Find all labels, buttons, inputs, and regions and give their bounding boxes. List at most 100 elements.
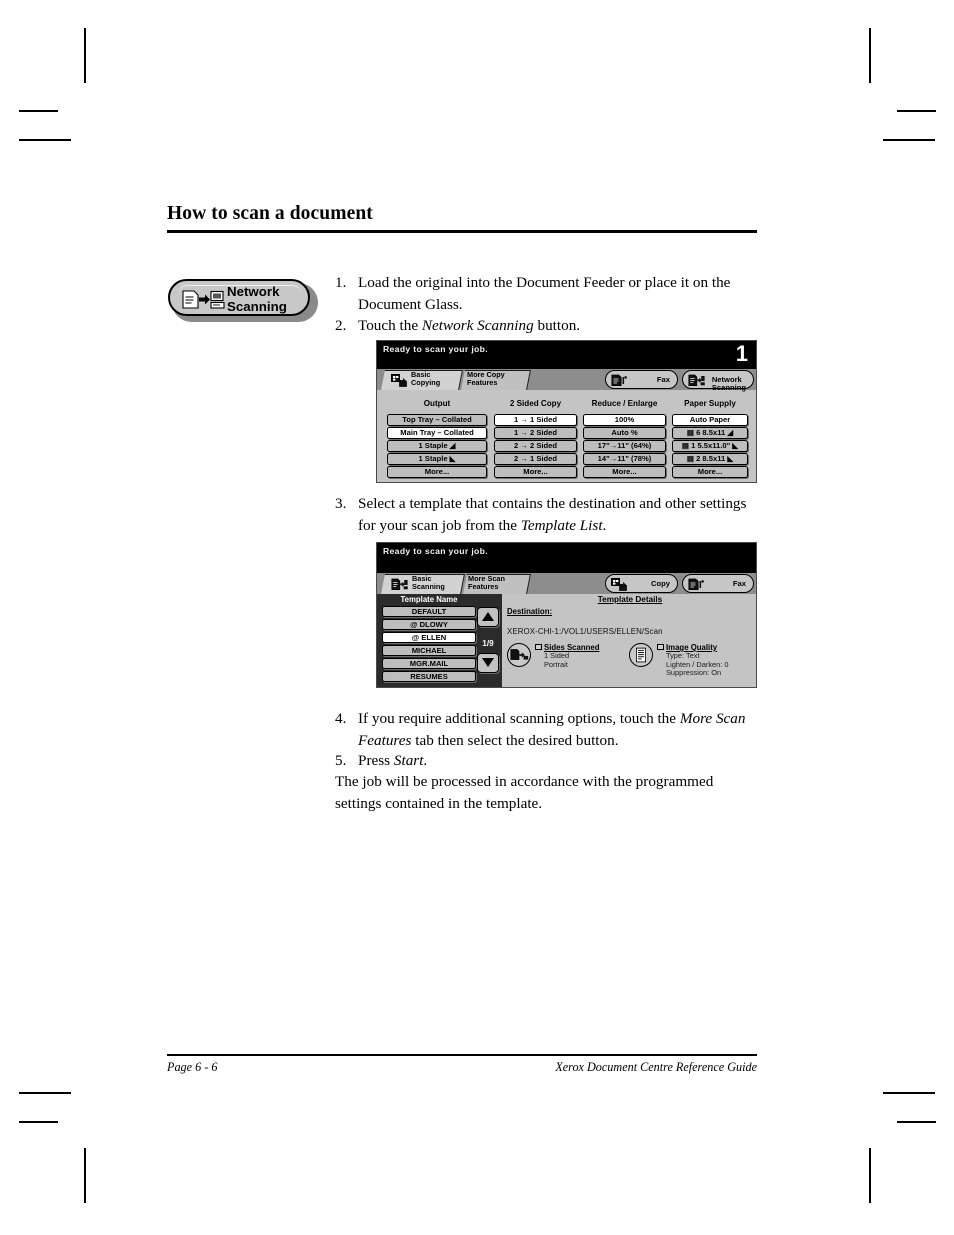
pill-button-copy[interactable]: Copy xyxy=(605,574,678,593)
sides-scanned-values: 1 Sided Portrait xyxy=(544,651,570,669)
pill-button-network-scanning[interactable]: Network Scanning xyxy=(682,370,754,392)
sides-scanned-icon xyxy=(507,643,531,667)
step-4-number: 4. xyxy=(335,710,347,727)
column-heading-reduce-enlarge: Reduce / Enlarge xyxy=(591,399,658,408)
fax-icon xyxy=(611,374,628,387)
column-heading-2-sided-copy: 2 Sided Copy xyxy=(509,399,562,408)
step-5: 5. Press Start. xyxy=(335,750,757,772)
template-item-ellen[interactable]: @ ELLEN xyxy=(382,632,476,644)
panel2-status-message: Ready to scan your job. xyxy=(383,546,488,556)
button-face: Network Scanning xyxy=(168,279,310,316)
pill-button-fax[interactable]: Fax xyxy=(605,370,678,389)
reduce-enlarge-option-64[interactable]: 17"→11" (64%) xyxy=(583,440,666,452)
chevron-up-icon xyxy=(482,612,494,621)
crop-mark-top-right-h2 xyxy=(883,139,935,141)
panel1-status-message: Ready to scan your job. xyxy=(383,344,488,354)
step-2-text: Touch the Network Scanning button. xyxy=(358,315,757,337)
crop-mark-bottom-right-h2 xyxy=(897,1121,936,1123)
footer-divider xyxy=(167,1054,757,1056)
template-list-scroll-up-button[interactable] xyxy=(477,607,499,627)
paper-supply-option-tray-2[interactable]: ▤ 2 8.5x11 ◣ xyxy=(672,453,748,465)
panel2-tab-row: Basic Scanning More Scan Features Copy F… xyxy=(377,573,756,594)
output-option-top-tray-collated[interactable]: Top Tray – Collated xyxy=(387,414,487,426)
template-item-default[interactable]: DEFAULT xyxy=(382,606,476,618)
tab-basic-scanning-label: Basic Scanning xyxy=(412,574,445,592)
paper-supply-option-auto[interactable]: Auto Paper xyxy=(672,414,748,426)
panel1-tab-row: Basic Copying More Copy Features Fax Net… xyxy=(377,369,756,392)
step-3-text: Select a template that contains the dest… xyxy=(358,493,757,536)
panel2-status-bar: Ready to scan your job. xyxy=(377,543,756,573)
output-option-1-staple-a[interactable]: 1 Staple ◢ xyxy=(387,440,487,452)
closing-note: The job will be processed in accordance … xyxy=(335,773,714,812)
template-list-scroll-down-button[interactable] xyxy=(477,653,499,673)
document-to-computer-icon xyxy=(180,288,226,312)
paper-supply-option-more[interactable]: More... xyxy=(672,466,748,478)
touchscreen-panel-basic-scanning[interactable]: Ready to scan your job. Basic Scanning M… xyxy=(376,542,757,688)
step-5-number: 5. xyxy=(335,752,347,769)
reduce-enlarge-option-auto[interactable]: Auto % xyxy=(583,427,666,439)
footer-guide-title: Xerox Document Centre Reference Guide xyxy=(555,1060,757,1074)
page-title: How to scan a document xyxy=(167,203,373,224)
paper-supply-option-tray-6[interactable]: ▤ 6 8.5x11 ◢ xyxy=(672,427,748,439)
pill-button-fax-label: Fax xyxy=(732,578,746,588)
paper-supply-option-tray-1[interactable]: ▤ 1 5.5x11.0" ◣ xyxy=(672,440,748,452)
network-scanning-button-illustration[interactable]: Network Scanning xyxy=(168,279,318,322)
step-2-text-after: button. xyxy=(533,317,581,334)
step-1-number: 1. xyxy=(335,274,347,291)
ns-label-line2: Scanning xyxy=(227,299,287,315)
template-item-mgr-mail[interactable]: MGR.MAIL xyxy=(382,658,476,670)
step-4-text-before: If you require additional scanning optio… xyxy=(358,710,680,727)
crop-mark-bottom-right-h1 xyxy=(883,1092,935,1094)
copy-icon xyxy=(391,374,408,387)
scan-icon xyxy=(391,578,408,591)
template-item-michael[interactable]: MICHAEL xyxy=(382,645,476,657)
output-option-main-tray-collated[interactable]: Main Tray – Collated xyxy=(387,427,487,439)
step-4-text-after: tab then select the desired button. xyxy=(411,731,619,749)
step-4-text: If you require additional scanning optio… xyxy=(358,708,760,751)
panel1-step-number: 1 xyxy=(735,341,748,366)
tab-more-copy-features-label: More Copy Features xyxy=(467,370,505,388)
template-details-title: Template Details xyxy=(597,595,663,604)
step-4: 4. If you require additional scanning op… xyxy=(335,708,760,751)
output-option-1-staple-b[interactable]: 1 Staple ◣ xyxy=(387,453,487,465)
step-3-emphasis: Template List xyxy=(520,516,603,534)
pill-button-fax[interactable]: Fax xyxy=(682,574,754,593)
two-sided-option-2-to-2[interactable]: 2 → 2 Sided xyxy=(494,440,577,452)
step-2-text-before: Touch the xyxy=(358,317,422,334)
tab-basic-copying-label: Basic Copying xyxy=(411,370,441,388)
two-sided-option-2-to-1[interactable]: 2 → 1 Sided xyxy=(494,453,577,465)
template-item-dlowy[interactable]: @ DLOWY xyxy=(382,619,476,631)
crop-mark-top-right-h1 xyxy=(897,110,936,112)
crop-mark-bottom-right-vertical xyxy=(869,1148,871,1203)
panel1-status-bar: Ready to scan your job. 1 xyxy=(377,341,756,369)
step-2: 2. Touch the Network Scanning button. xyxy=(335,315,757,337)
chevron-down-icon xyxy=(482,658,494,667)
step-3: 3. Select a template that contains the d… xyxy=(335,493,757,536)
crop-mark-bottom-left-h1 xyxy=(19,1092,71,1094)
step-1: 1. Load the original into the Document F… xyxy=(335,272,757,315)
output-option-more[interactable]: More... xyxy=(387,466,487,478)
step-2-emphasis: Network Scanning xyxy=(421,317,534,334)
network-scan-icon xyxy=(688,374,705,387)
two-sided-option-more[interactable]: More... xyxy=(494,466,577,478)
copy-icon xyxy=(611,578,628,591)
two-sided-option-1-to-1[interactable]: 1 → 1 Sided xyxy=(494,414,577,426)
two-sided-option-1-to-2[interactable]: 1 → 2 Sided xyxy=(494,427,577,439)
image-quality-values: Type: Text Lighten / Darken: 0 Suppressi… xyxy=(666,651,729,678)
touchscreen-panel-basic-copying[interactable]: Ready to scan your job. 1 Basic Copying … xyxy=(376,340,757,483)
template-list-page-indicator: 1/9 xyxy=(482,639,494,648)
template-item-resumes[interactable]: RESUMES xyxy=(382,671,476,683)
reduce-enlarge-option-more[interactable]: More... xyxy=(583,466,666,478)
image-quality-checkbox xyxy=(657,644,664,650)
step-2-number: 2. xyxy=(335,317,347,334)
step-5-text-before: Press xyxy=(358,752,394,769)
reduce-enlarge-option-78[interactable]: 14"→11" (78%) xyxy=(583,453,666,465)
reduce-enlarge-option-100[interactable]: 100% xyxy=(583,414,666,426)
destination-label: Destination: xyxy=(507,607,553,616)
network-scanning-button-label: Network Scanning xyxy=(227,284,309,314)
tab-more-scan-features-label: More Scan Features xyxy=(468,574,505,592)
crop-mark-top-left-vertical xyxy=(84,28,86,83)
title-divider xyxy=(167,230,757,233)
sides-scanned-checkbox xyxy=(535,644,542,650)
footer-page-label: Page 6 - 6 xyxy=(167,1060,218,1074)
